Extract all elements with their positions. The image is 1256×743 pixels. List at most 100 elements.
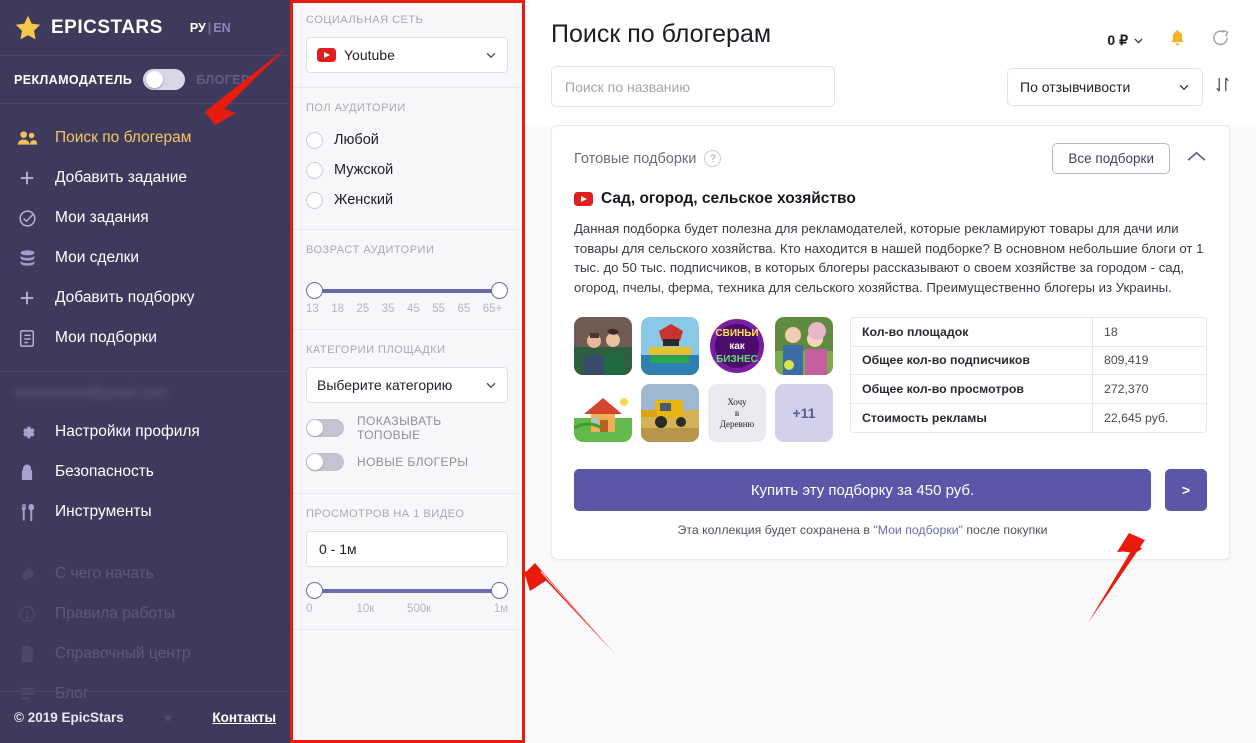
header-actions: 0 ₽ — [1107, 20, 1230, 52]
views-tick: 10к — [356, 603, 375, 615]
sidebar-item-label: Безопасность — [55, 463, 154, 480]
gear-icon — [14, 423, 40, 442]
sidebar-item-rules[interactable]: Правила работы — [0, 594, 290, 634]
sidebar-item-label: Мои задания — [55, 209, 149, 226]
views-tick: 0 — [306, 603, 313, 615]
sidebar-item-security[interactable]: Безопасность — [0, 452, 290, 492]
age-slider-handle-min[interactable] — [306, 282, 323, 299]
collection-description: Данная подборка будет полезна для реклам… — [574, 221, 1204, 295]
stat-value: 809,419 — [1104, 353, 1149, 368]
views-slider-track[interactable] — [306, 582, 508, 599]
sidebar-item-profile-settings[interactable]: Настройки профиля — [0, 412, 290, 452]
sidebar-item-add-collection[interactable]: Добавить подборку — [0, 278, 290, 318]
views-slider-handle-min[interactable] — [306, 582, 323, 599]
main-header: Поиск по блогерам 0 ₽ — [525, 0, 1256, 52]
age-tick: 13 — [306, 303, 319, 315]
account-email-text: nnnnnnnnn@gmail.com — [14, 384, 168, 400]
views-tick: 1м — [493, 603, 508, 615]
radio-icon[interactable] — [306, 131, 323, 149]
purchase-note-highlight: "Мои подборки" — [873, 523, 963, 537]
toggle-switch[interactable] — [306, 453, 344, 471]
sidebar-item-blogger-search[interactable]: Поиск по блогерам — [0, 118, 290, 158]
social-network-select[interactable]: Youtube — [306, 37, 508, 73]
all-collections-button[interactable]: Все подборки — [1052, 143, 1170, 174]
role-switcher[interactable]: РЕКЛАМОДАТЕЛЬ БЛОГЕР — [0, 56, 290, 104]
footer-star-icon: ★ — [162, 709, 174, 725]
role-toggle-switch[interactable] — [143, 69, 186, 90]
notifications-bell-icon[interactable] — [1169, 29, 1186, 52]
document-icon — [14, 645, 40, 663]
sidebar-item-getting-started[interactable]: С чего начать — [0, 554, 290, 594]
sidebar-item-my-collections[interactable]: Мои подборки — [0, 318, 290, 358]
thumbnail-semya-kravchenko-logo[interactable] — [641, 317, 699, 375]
logout-icon[interactable] — [1211, 28, 1230, 52]
language-switcher[interactable]: РУ | EN — [190, 21, 231, 35]
views-tick: 500к — [407, 603, 432, 615]
search-row: По отзывчивости — [525, 52, 1256, 125]
sidebar-item-help-center[interactable]: Справочный центр — [0, 634, 290, 674]
thumbnail-blogger-couple-photo[interactable] — [574, 317, 632, 375]
thumbnail-text: Хочу в Деревню — [719, 396, 755, 429]
main-content: Поиск по блогерам 0 ₽ По отзывчивости — [525, 0, 1256, 743]
category-select[interactable]: Выберите категорию — [306, 367, 508, 403]
age-range-slider[interactable]: 13 18 25 35 45 55 65 65+ — [306, 267, 508, 315]
age-slider-handle-max[interactable] — [491, 282, 508, 299]
filter-group-category: КАТЕГОРИИ ПЛОЩАДКИ Выберите категорию ПО… — [290, 330, 524, 494]
balance-dropdown[interactable]: 0 ₽ — [1107, 32, 1144, 49]
views-range-slider[interactable]: 0 10к 500к 1м — [306, 567, 508, 615]
gender-option-any[interactable]: Любой — [306, 125, 508, 155]
youtube-icon — [317, 48, 336, 62]
sidebar-item-my-tasks[interactable]: Мои задания — [0, 198, 290, 238]
search-input[interactable] — [551, 66, 835, 107]
gender-option-male[interactable]: Мужской — [306, 155, 508, 185]
sidebar-item-label: Инструменты — [55, 503, 152, 520]
thumbnail-svinyi-kak-biznes-logo[interactable]: СВИНЬИ как БИЗНЕС — [708, 317, 766, 375]
sort-select[interactable]: По отзывчивости — [1007, 67, 1203, 106]
age-slider-track[interactable] — [306, 282, 508, 299]
thumbnail-house-illustration[interactable] — [574, 384, 632, 442]
toggle-new-bloggers[interactable]: НОВЫЕ БЛОГЕРЫ — [306, 445, 508, 479]
age-tick: 65 — [457, 303, 471, 315]
youtube-icon — [574, 192, 593, 206]
toggle-show-top[interactable]: ПОКАЗЫВАТЬ ТОПОВЫЕ — [306, 411, 508, 445]
thumbnail-more-count[interactable]: +11 — [775, 384, 833, 442]
sidebar-item-my-deals[interactable]: Мои сделки — [0, 238, 290, 278]
sidebar-item-tools[interactable]: Инструменты — [0, 492, 290, 532]
sidebar-item-label: Настройки профиля — [55, 423, 200, 440]
lang-en[interactable]: EN — [213, 21, 230, 35]
table-row: Общее кол-во просмотров 272,370 — [851, 375, 1206, 404]
buy-collection-button[interactable]: Купить эту подборку за 450 руб. — [574, 469, 1151, 511]
contacts-link[interactable]: Контакты — [212, 710, 276, 725]
filter-label-views: ПРОСМОТРОВ НА 1 ВИДЕО — [306, 508, 465, 520]
toggle-new-bloggers-label: НОВЫЕ БЛОГЕРЫ — [357, 455, 469, 469]
lang-separator: | — [207, 20, 212, 35]
sidebar-item-add-task[interactable]: Добавить задание — [0, 158, 290, 198]
age-tick: 55 — [432, 303, 446, 315]
views-range-input[interactable]: 0 - 1м — [306, 531, 508, 567]
stat-value: 18 — [1104, 324, 1118, 339]
views-slider-ticks: 0 10к 500к 1м — [306, 603, 508, 615]
coins-icon — [14, 249, 40, 267]
sidebar-item-label: Добавить задание — [55, 169, 188, 186]
next-collection-button[interactable]: > — [1165, 469, 1207, 511]
radio-icon[interactable] — [306, 161, 323, 179]
role-toggle-knob — [146, 71, 164, 88]
thumbnail-garden-family-photo[interactable] — [775, 317, 833, 375]
sidebar-account-nav: Настройки профиля Безопасность Инструмен… — [0, 412, 290, 532]
filter-panel: СОЦИАЛЬНАЯ СЕТЬ Youtube ПОЛ АУДИТОРИИ Лю… — [290, 0, 525, 743]
thumbnail-combine-harvester-photo[interactable] — [641, 384, 699, 442]
toggle-switch[interactable] — [306, 419, 344, 437]
thumbnail-hochu-v-derevnyu-logo[interactable]: Хочу в Деревню — [708, 384, 766, 442]
filter-group-age: ВОЗРАСТ АУДИТОРИИ 13 18 25 35 45 55 65 6… — [290, 230, 524, 330]
sidebar-logo[interactable]: EPICSTARS РУ | EN — [0, 0, 290, 56]
views-slider-handle-max[interactable] — [491, 582, 508, 599]
help-icon[interactable]: ? — [704, 150, 722, 167]
collapse-icon[interactable] — [1186, 150, 1207, 168]
sort-direction-icon[interactable] — [1215, 76, 1230, 98]
radio-icon[interactable] — [306, 191, 323, 209]
sidebar: EPICSTARS РУ | EN РЕКЛАМОДАТЕЛЬ БЛОГЕР Пои… — [0, 0, 290, 743]
sidebar-footer: © 2019 EpicStars ★ Контакты — [0, 691, 290, 743]
gender-option-female[interactable]: Женский — [306, 185, 508, 215]
toggle-show-top-label: ПОКАЗЫВАТЬ ТОПОВЫЕ — [357, 414, 442, 442]
lang-ru[interactable]: РУ — [190, 21, 206, 35]
